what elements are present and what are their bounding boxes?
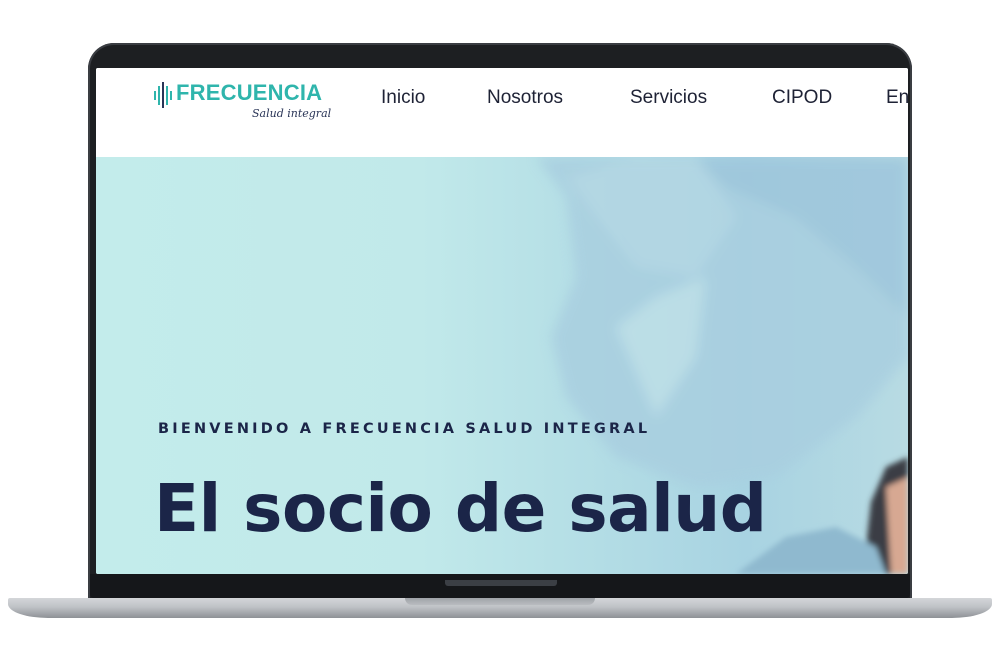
hero-eyebrow: BIENVENIDO A FRECUENCIA SALUD INTEGRAL [158,421,651,437]
sound-wave-icon [154,82,172,108]
website-screen: FRECUENCIA Salud integral Inicio Nosotro… [96,68,908,574]
brand-tagline: Salud integral [252,107,332,120]
site-header: FRECUENCIA Salud integral Inicio Nosotro… [96,68,908,157]
nav-link-inicio[interactable]: Inicio [381,87,425,109]
laptop-opening-notch [405,598,595,605]
site-logo[interactable]: FRECUENCIA Salud integral [154,78,344,130]
nav-link-truncated[interactable]: En [886,87,908,109]
laptop-bezel-bottom [90,574,910,598]
nav-link-servicios[interactable]: Servicios [630,87,707,109]
nav-link-cipod[interactable]: CIPOD [772,87,832,109]
hero-headline: El socio de salud [154,470,767,547]
brand-name: FRECUENCIA [176,80,323,105]
nav-link-nosotros[interactable]: Nosotros [487,87,563,109]
laptop-hinge [445,580,557,586]
